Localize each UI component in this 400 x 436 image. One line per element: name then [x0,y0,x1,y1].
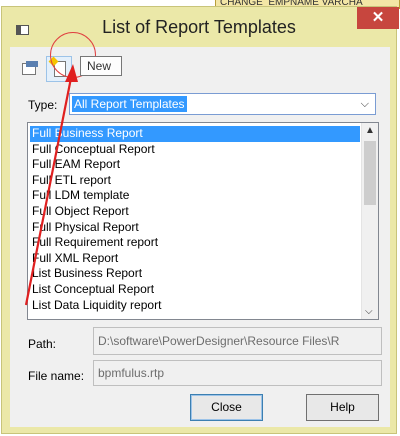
file-name-label: File name: [28,369,85,383]
scroll-thumb[interactable] [364,141,376,205]
file-name-field: bpmfulus.rtp [93,360,382,386]
scroll-up-icon[interactable]: ▲ [365,125,375,136]
type-selected-value: All Report Templates [72,96,187,112]
new-tooltip: New [80,56,122,76]
list-item[interactable]: Full Business Report [30,126,360,142]
type-label: Type: [28,98,58,112]
help-button[interactable]: Help [306,394,379,421]
templates-list-items: Full Business Report Full Conceptual Repo… [30,126,360,313]
list-item[interactable]: Full Conceptual Report [30,142,360,158]
list-scrollbar[interactable]: ▲ ⌵ [361,123,378,319]
list-item[interactable]: List Conceptual Report [30,282,360,298]
list-item[interactable]: Full LDM template [30,188,360,204]
close-window-button[interactable]: ✕ [357,7,399,29]
path-label: Path: [28,337,57,351]
list-item[interactable]: Full EAM Report [30,157,360,173]
list-item[interactable]: Full Physical Report [30,220,360,236]
list-item[interactable]: List Business Report [30,266,360,282]
list-item[interactable]: Full Object Report [30,204,360,220]
path-field: D:\software\PowerDesigner\Resource Files… [93,327,382,355]
type-select[interactable]: All Report Templates ⌵ [69,93,376,115]
chevron-down-icon[interactable]: ⌵ [361,98,369,111]
properties-button[interactable] [18,56,44,82]
templates-list[interactable]: Full Business Report Full Conceptual Repo… [27,122,379,320]
scroll-down-icon[interactable]: ⌵ [365,306,373,317]
list-item[interactable]: Full XML Report [30,251,360,267]
list-item[interactable]: List Data Liquidity report [30,298,360,314]
list-item[interactable]: Full Requirement report [30,235,360,251]
list-item[interactable]: Full ETL report [30,173,360,189]
dialog-body: Type: All Report Templates ⌵ Full Busine… [10,47,390,427]
close-button[interactable]: Close [190,394,263,421]
properties-icon [22,61,38,75]
